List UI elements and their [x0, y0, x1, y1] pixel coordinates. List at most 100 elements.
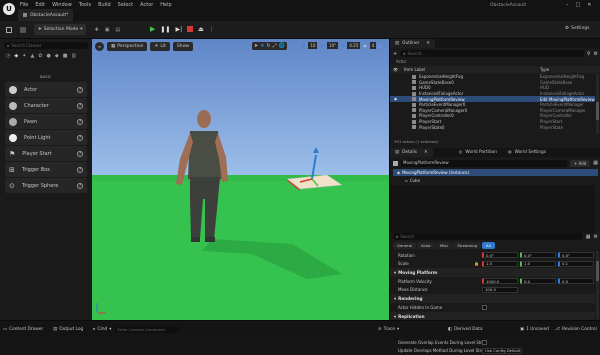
lit-button[interactable]: ☀Lit [150, 42, 170, 51]
actor-name-field[interactable]: MovingPlatformReview [401, 160, 567, 167]
place-item-trigger-box[interactable]: ⊞Trigger Box? [5, 162, 87, 177]
filter-actor[interactable]: Actor [417, 242, 435, 249]
blueprint-edit-icon[interactable]: ▦ [593, 160, 598, 166]
place-item-character[interactable]: Character? [5, 98, 87, 113]
visual-effects-icon[interactable]: ● [47, 53, 51, 59]
lock-icon[interactable]: 🔒 [474, 261, 479, 266]
tab-world-partition[interactable]: ◎World Partition [454, 148, 502, 157]
output-log-button[interactable]: ▤Output Log [53, 327, 83, 332]
recent-icon[interactable]: ◷ [6, 53, 10, 59]
scale-y-field[interactable]: 1.0 [520, 261, 556, 267]
help-icon[interactable]: ? [77, 119, 83, 125]
cmd-dropdown[interactable]: ▸Cmd▾ [93, 327, 111, 332]
help-icon[interactable]: ? [77, 167, 83, 173]
outliner-scrollbar[interactable] [596, 74, 599, 134]
rotation-y-field[interactable]: 0.0° [520, 252, 556, 258]
settings-gear-icon[interactable]: ⚙ [594, 234, 598, 240]
show-button[interactable]: Show [173, 42, 193, 51]
geometry-icon[interactable]: ◆ [55, 53, 59, 59]
pause-icon[interactable]: ❚❚ [160, 26, 170, 33]
place-item-player-start[interactable]: ⚑Player Start? [5, 146, 87, 161]
eject-icon[interactable]: ⏏ [198, 26, 204, 33]
settings-button[interactable]: ⚙ Settings [565, 26, 590, 31]
tab-world-settings[interactable]: ◍World Settings [503, 148, 551, 157]
rotation-z-field[interactable]: 0.0° [558, 252, 594, 258]
volumes-icon[interactable]: ■ [63, 53, 68, 59]
tab-details[interactable]: ▤Details✕ [390, 148, 433, 157]
more-options-icon[interactable]: ⋮ [209, 26, 215, 33]
mode-icon[interactable] [20, 27, 26, 33]
class-search-input[interactable]: ⌕ Search Classes [4, 42, 88, 49]
console-input[interactable]: Enter Console Command [115, 326, 179, 333]
scale-snap-value[interactable]: 0.25 [347, 42, 360, 49]
help-icon[interactable]: ? [77, 135, 83, 141]
scale-icon[interactable]: ⤢ [273, 43, 277, 49]
menu-help[interactable]: Help [160, 2, 171, 8]
tab-outliner[interactable]: ▤Outliner✕ [390, 39, 435, 48]
component-root[interactable]: ◈MovingPlatformReview (Instance) [393, 169, 598, 176]
close-button[interactable]: ✕ [587, 2, 591, 8]
filter-streaming[interactable]: Streaming [453, 242, 481, 249]
selection-mode-dropdown[interactable]: ➤ Selection Mode ▾ [34, 24, 86, 35]
cinematic-icon[interactable]: ✿ [38, 53, 42, 59]
place-item-trigger-sphere[interactable]: ⊙Trigger Sphere? [5, 178, 87, 193]
outliner-search-input[interactable]: ⌕ Search... [400, 50, 584, 57]
lights-icon[interactable]: ✦ [22, 53, 26, 59]
scale-x-field[interactable]: 1.0 [482, 261, 518, 267]
skip-icon[interactable]: ▶| [175, 26, 182, 33]
property-matrix-icon[interactable]: ▦ [586, 234, 591, 240]
move-distance-field[interactable]: 100.0 [482, 287, 518, 293]
place-item-point-light[interactable]: Point Light? [5, 130, 87, 145]
trace-button[interactable]: ≋Trace▾ [378, 327, 399, 332]
outliner-row[interactable]: PlayerState0PlayerState [390, 124, 595, 130]
derived-data-button[interactable]: ◧Derived Data [448, 327, 483, 332]
world-space-icon[interactable]: 🌐 [279, 43, 285, 49]
actor-hidden-checkbox[interactable] [482, 305, 487, 310]
filter-general[interactable]: General [393, 242, 416, 249]
maximize-viewport-icon[interactable]: ⛶ [379, 43, 382, 48]
section-moving-platform[interactable]: ▾Moving Platform [390, 268, 595, 277]
menu-edit[interactable]: Edit [35, 2, 45, 8]
filter-all[interactable]: All [482, 242, 495, 249]
menu-file[interactable]: File [20, 2, 28, 8]
menu-window[interactable]: Window [52, 2, 72, 8]
rotate-icon[interactable]: ↻ [266, 43, 270, 49]
filter-misc[interactable]: Misc [436, 242, 452, 249]
camera-speed-icon[interactable]: ◉ [363, 43, 367, 48]
content-drawer-button[interactable]: ▭Content Drawer [3, 327, 43, 332]
project-tab[interactable]: ObstacleAssault* [18, 9, 73, 21]
add-filter-icon[interactable]: + [393, 51, 397, 57]
cinematics-icon[interactable]: ▤ [115, 27, 120, 33]
stop-icon[interactable] [187, 26, 193, 32]
close-icon[interactable]: ✕ [426, 41, 430, 46]
hamburger-icon[interactable]: ≡ [95, 42, 104, 51]
add-content-icon[interactable]: ✚ [94, 27, 98, 33]
details-scrollbar[interactable] [596, 251, 599, 319]
grid-snap-value[interactable]: 10 [308, 42, 317, 49]
close-icon[interactable]: ✕ [424, 150, 428, 155]
menu-tools[interactable]: Tools [79, 2, 91, 8]
grid-snap-icon[interactable]: # [302, 43, 305, 48]
revision-control-button[interactable]: ⎇Revision Control [555, 327, 597, 332]
camera-speed-value[interactable]: 4 [370, 42, 377, 49]
rotation-x-field[interactable]: 0.0° [482, 252, 518, 258]
details-search-input[interactable]: ⌕ Search [393, 233, 583, 240]
perspective-button[interactable]: ▦Perspective [107, 42, 147, 51]
blueprint-icon[interactable]: ▣ [105, 27, 110, 33]
level-viewport[interactable]: ≡ ▦Perspective ☀Lit Show ➤ ✥ ↻ ⤢ 🌐 #10 ∠… [92, 39, 389, 320]
place-item-actor[interactable]: Actor? [5, 82, 87, 97]
velocity-z-field[interactable]: 0.0 [558, 278, 594, 284]
help-icon[interactable]: ? [77, 151, 83, 157]
save-icon[interactable] [6, 27, 12, 33]
section-rendering[interactable]: ▾Rendering [390, 294, 595, 303]
unreal-logo-icon[interactable]: U [3, 3, 15, 15]
select-icon[interactable]: ➤ [254, 43, 258, 49]
rotation-snap-icon[interactable]: ∠ [320, 43, 324, 48]
maximize-button[interactable]: □ [576, 2, 581, 8]
generate-overlap-checkbox[interactable] [482, 340, 487, 345]
settings-gear-icon[interactable]: ⚙ [594, 51, 598, 57]
play-icon[interactable]: ▶ [150, 25, 155, 33]
place-item-pawn[interactable]: Pawn? [5, 114, 87, 129]
rotation-snap-value[interactable]: 10° [327, 42, 338, 49]
viewport-scene[interactable] [92, 39, 389, 320]
